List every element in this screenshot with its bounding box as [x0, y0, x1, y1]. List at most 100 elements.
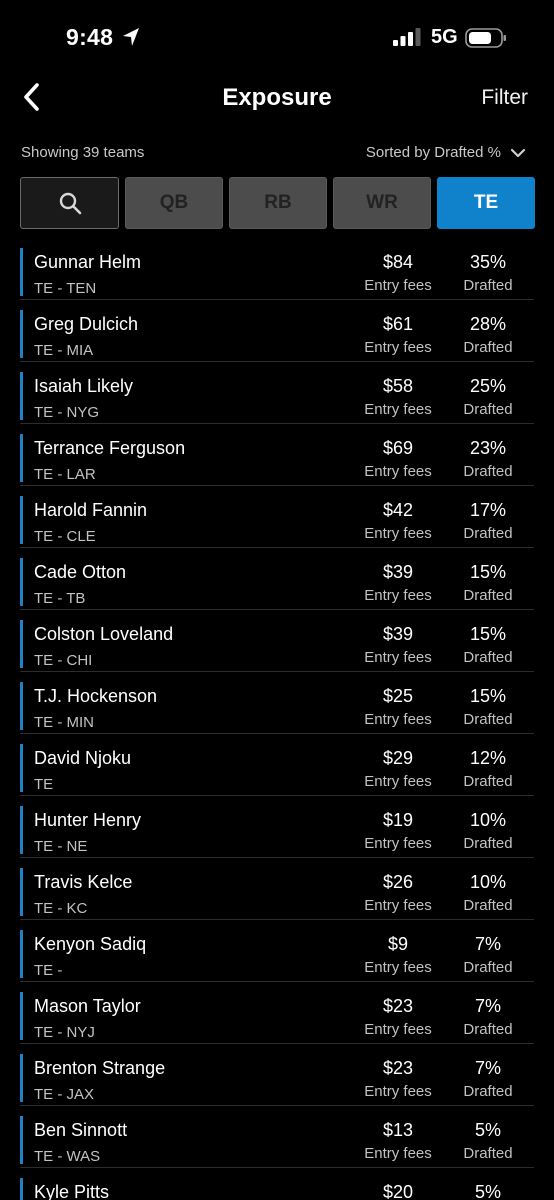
player-row[interactable]: Terrance Ferguson TE - LAR $69 Entry fees 23…	[20, 424, 534, 486]
entry-fee-label: Entry fees	[364, 401, 432, 418]
drafted-percent-value: 10%	[469, 810, 507, 830]
player-position-team: TE - KC	[34, 900, 88, 917]
player-row[interactable]: Hunter Henry TE - NE $19 Entry fees 10% Draft…	[20, 796, 534, 858]
entry-fee-value: $20	[382, 1182, 414, 1200]
entry-fee-value: $61	[382, 314, 414, 334]
player-name: Kyle Pitts	[34, 1182, 110, 1200]
player-position-team: TE - CHI	[34, 652, 93, 669]
player-name: Terrance Ferguson	[34, 438, 186, 458]
player-row[interactable]: Kyle Pitts $20 5%	[20, 1168, 534, 1200]
drafted-percent-label: Drafted	[463, 773, 513, 790]
status-bar: 9:48 5G	[0, 0, 554, 72]
position-filter-bar: QB RB WR TE	[20, 177, 535, 229]
entry-fee-value: $29	[382, 748, 414, 768]
entry-fee-value: $69	[382, 438, 414, 458]
drafted-percent-value: 23%	[469, 438, 507, 458]
row-accent-bar	[20, 1054, 23, 1102]
entry-fee-label: Entry fees	[364, 525, 432, 542]
filter-wr-button[interactable]: WR	[333, 177, 431, 229]
entry-fee-label: Entry fees	[364, 1145, 432, 1162]
row-accent-bar	[20, 496, 23, 544]
player-name: T.J. Hockenson	[34, 686, 158, 706]
player-row[interactable]: Greg Dulcich TE - MIA $61 Entry fees 28% Draf…	[20, 300, 534, 362]
player-position-team: TE - CLE	[34, 528, 96, 545]
player-name: Harold Fannin	[34, 500, 148, 520]
drafted-percent-label: Drafted	[463, 649, 513, 666]
teams-count: Showing 39 teams	[21, 144, 145, 161]
player-name: Ben Sinnott	[34, 1120, 128, 1140]
drafted-percent-label: Drafted	[463, 277, 513, 294]
row-accent-bar	[20, 1178, 23, 1200]
player-name: Travis Kelce	[34, 872, 133, 892]
drafted-percent-value: 15%	[469, 686, 507, 706]
player-row[interactable]: Kenyon Sadiq TE - $9 Entry fees 7% Drafted	[20, 920, 534, 982]
entry-fee-value: $26	[382, 872, 414, 892]
row-accent-bar	[20, 1116, 23, 1164]
filter-qb-button[interactable]: QB	[125, 177, 223, 229]
row-accent-bar	[20, 310, 23, 358]
player-position-team: TE -	[34, 962, 63, 979]
player-row[interactable]: Ben Sinnott TE - WAS $13 Entry fees 5% Drafte…	[20, 1106, 534, 1168]
player-row[interactable]: T.J. Hockenson TE - MIN $25 Entry fees 15% Dr…	[20, 672, 534, 734]
row-accent-bar	[20, 806, 23, 854]
sort-button[interactable]: Sorted by Drafted %	[366, 144, 526, 161]
drafted-percent-value: 7%	[474, 934, 501, 954]
drafted-percent-value: 7%	[474, 996, 501, 1016]
entry-fee-label: Entry fees	[364, 339, 432, 356]
player-row[interactable]: Brenton Strange TE - JAX $23 Entry fees 7% Dr…	[20, 1044, 534, 1106]
player-row[interactable]: Travis Kelce TE - KC $26 Entry fees 10% Draft…	[20, 858, 534, 920]
row-accent-bar	[20, 620, 23, 668]
entry-fee-value: $19	[382, 810, 414, 830]
player-position-team: TE - TEN	[34, 280, 97, 297]
drafted-percent-label: Drafted	[463, 897, 513, 914]
search-button[interactable]	[20, 177, 119, 229]
filter-te-button[interactable]: TE	[437, 177, 535, 229]
player-name: Isaiah Likely	[34, 376, 134, 396]
player-row[interactable]: David Njoku TE $29 Entry fees 12% Drafted	[20, 734, 534, 796]
entry-fee-value: $39	[382, 624, 414, 644]
entry-fee-value: $9	[387, 934, 409, 954]
player-row[interactable]: Harold Fannin TE - CLE $42 Entry fees 17% Dra…	[20, 486, 534, 548]
entry-fee-label: Entry fees	[364, 587, 432, 604]
filter-button[interactable]: Filter	[481, 86, 528, 110]
chevron-down-icon	[510, 148, 526, 157]
list-subheader: Showing 39 teams Sorted by Drafted %	[0, 140, 554, 166]
entry-fee-label: Entry fees	[364, 649, 432, 666]
player-row[interactable]: Cade Otton TE - TB $39 Entry fees 15% Drafted	[20, 548, 534, 610]
player-name: David Njoku	[34, 748, 132, 768]
player-name: Cade Otton	[34, 562, 127, 582]
player-name: Brenton Strange	[34, 1058, 166, 1078]
player-row[interactable]: Isaiah Likely TE - NYG $58 Entry fees 25% Dra…	[20, 362, 534, 424]
sort-label: Sorted by Drafted %	[365, 144, 501, 161]
player-position-team: TE - TB	[34, 590, 86, 607]
entry-fee-label: Entry fees	[364, 1083, 432, 1100]
entry-fee-value: $42	[382, 500, 414, 520]
entry-fee-label: Entry fees	[364, 959, 432, 976]
player-position-team: TE - LAR	[34, 466, 96, 483]
player-name: Mason Taylor	[34, 996, 141, 1016]
filter-rb-button[interactable]: RB	[229, 177, 327, 229]
entry-fee-value: $84	[382, 252, 414, 272]
player-position-team: TE - MIA	[34, 342, 94, 359]
drafted-percent-value: 15%	[469, 624, 507, 644]
entry-fee-label: Entry fees	[364, 711, 432, 728]
status-time: 9:48	[66, 24, 114, 50]
entry-fee-label: Entry fees	[364, 277, 432, 294]
entry-fee-value: $58	[382, 376, 414, 396]
player-row[interactable]: Mason Taylor TE - NYJ $23 Entry fees 7% Draft…	[20, 982, 534, 1044]
player-row[interactable]: Gunnar Helm TE - TEN $84 Entry fees 35% Draft…	[20, 238, 534, 300]
page-title: Exposure	[222, 84, 332, 111]
player-row[interactable]: Colston Loveland TE - CHI $39 Entry fees 15%…	[20, 610, 534, 672]
location-arrow-icon	[123, 28, 139, 46]
player-position-team: TE	[34, 776, 54, 793]
drafted-percent-label: Drafted	[463, 711, 513, 728]
drafted-percent-value: 12%	[469, 748, 507, 768]
row-accent-bar	[20, 248, 23, 296]
row-accent-bar	[20, 992, 23, 1040]
drafted-percent-label: Drafted	[463, 525, 513, 542]
row-accent-bar	[20, 434, 23, 482]
network-type: 5G	[431, 26, 458, 48]
entry-fee-value: $39	[382, 562, 414, 582]
row-accent-bar	[20, 682, 23, 730]
entry-fee-label: Entry fees	[364, 463, 432, 480]
